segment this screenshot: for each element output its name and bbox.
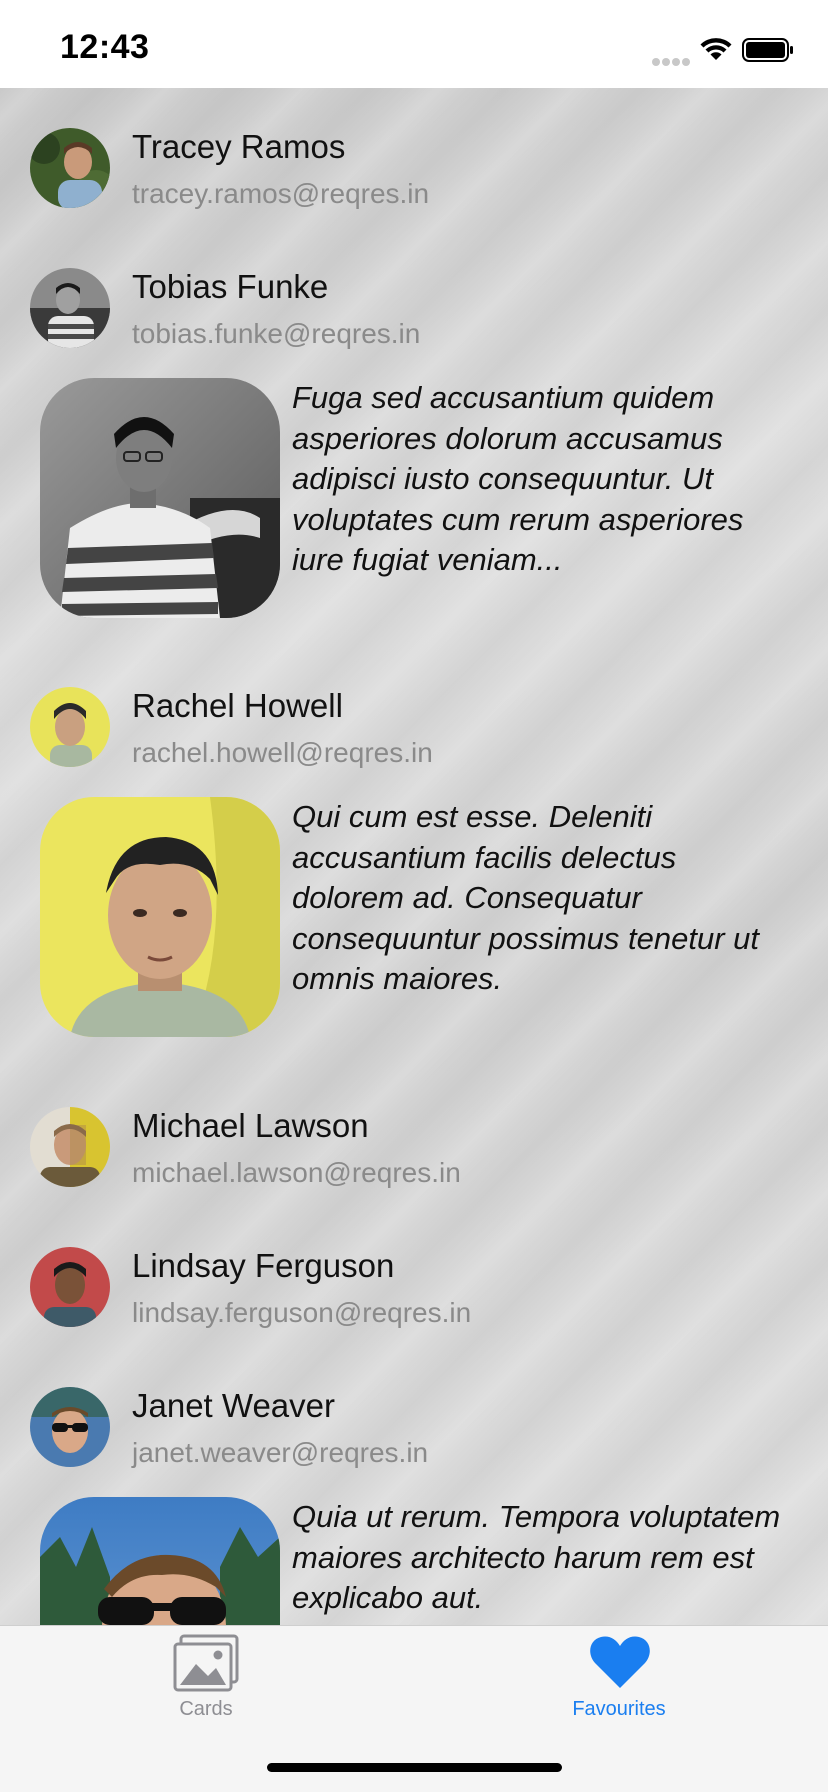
user-email: michael.lawson@reqres.in — [132, 1157, 461, 1188]
user-name: Janet Weaver — [132, 1387, 335, 1424]
status-bar: 12:43 — [0, 0, 828, 88]
user-email: lindsay.ferguson@reqres.in — [132, 1297, 472, 1328]
user-description: Fuga sed accusantium quidem asperiores d… — [292, 380, 744, 577]
user-description: Qui cum est esse. Deleniti accusantium f… — [292, 799, 759, 996]
user-email: tracey.ramos@reqres.in — [132, 178, 430, 209]
user-description: Quia ut rerum. Tempora voluptatem maiore… — [292, 1499, 781, 1615]
list-item[interactable]: Janet Weaver janet.weaver@reqres.in — [0, 1373, 828, 1493]
user-photo — [40, 797, 280, 1037]
wifi-icon — [700, 38, 732, 60]
tab-cards[interactable]: Cards — [106, 1626, 306, 1726]
user-list[interactable]: Tracey Ramos tracey.ramos@reqres.in Tobi… — [0, 88, 828, 1625]
user-photo — [40, 378, 280, 618]
list-item[interactable]: Lindsay Ferguson lindsay.ferguson@reqres… — [0, 1233, 828, 1353]
avatar — [30, 1387, 110, 1467]
list-item[interactable]: Tobias Funke tobias.funke@reqres.in — [0, 254, 828, 374]
list-item[interactable]: Rachel Howell rachel.howell@reqres.in — [0, 673, 828, 793]
home-indicator[interactable] — [267, 1763, 562, 1772]
heart-icon — [590, 1636, 650, 1688]
user-name: Tobias Funke — [132, 268, 329, 305]
avatar — [30, 1107, 110, 1187]
user-name: Tracey Ramos — [132, 128, 346, 165]
tab-favourites[interactable]: Favourites — [519, 1626, 719, 1726]
battery-icon — [742, 38, 793, 62]
user-photo — [40, 1497, 280, 1625]
status-time: 12:43 — [60, 28, 150, 66]
user-email: janet.weaver@reqres.in — [132, 1437, 429, 1468]
avatar — [30, 687, 110, 767]
tab-favourites-label: Favourites — [572, 1698, 666, 1720]
avatar — [30, 1247, 110, 1327]
avatar — [30, 128, 110, 208]
user-name: Lindsay Ferguson — [132, 1247, 395, 1284]
user-name: Rachel Howell — [132, 687, 343, 724]
list-item[interactable]: Michael Lawson michael.lawson@reqres.in — [0, 1093, 828, 1213]
user-name: Michael Lawson — [132, 1107, 369, 1144]
list-item[interactable]: Tracey Ramos tracey.ramos@reqres.in — [0, 114, 828, 234]
avatar — [30, 268, 110, 348]
photo-icon — [173, 1634, 239, 1692]
user-email: rachel.howell@reqres.in — [132, 737, 433, 768]
tab-cards-label: Cards — [179, 1698, 233, 1720]
cellular-signal-icon — [652, 53, 692, 66]
user-email: tobias.funke@reqres.in — [132, 318, 421, 349]
screen: 12:43 Tracey Ramos tracey.ramos@reqres.i… — [0, 0, 828, 1792]
